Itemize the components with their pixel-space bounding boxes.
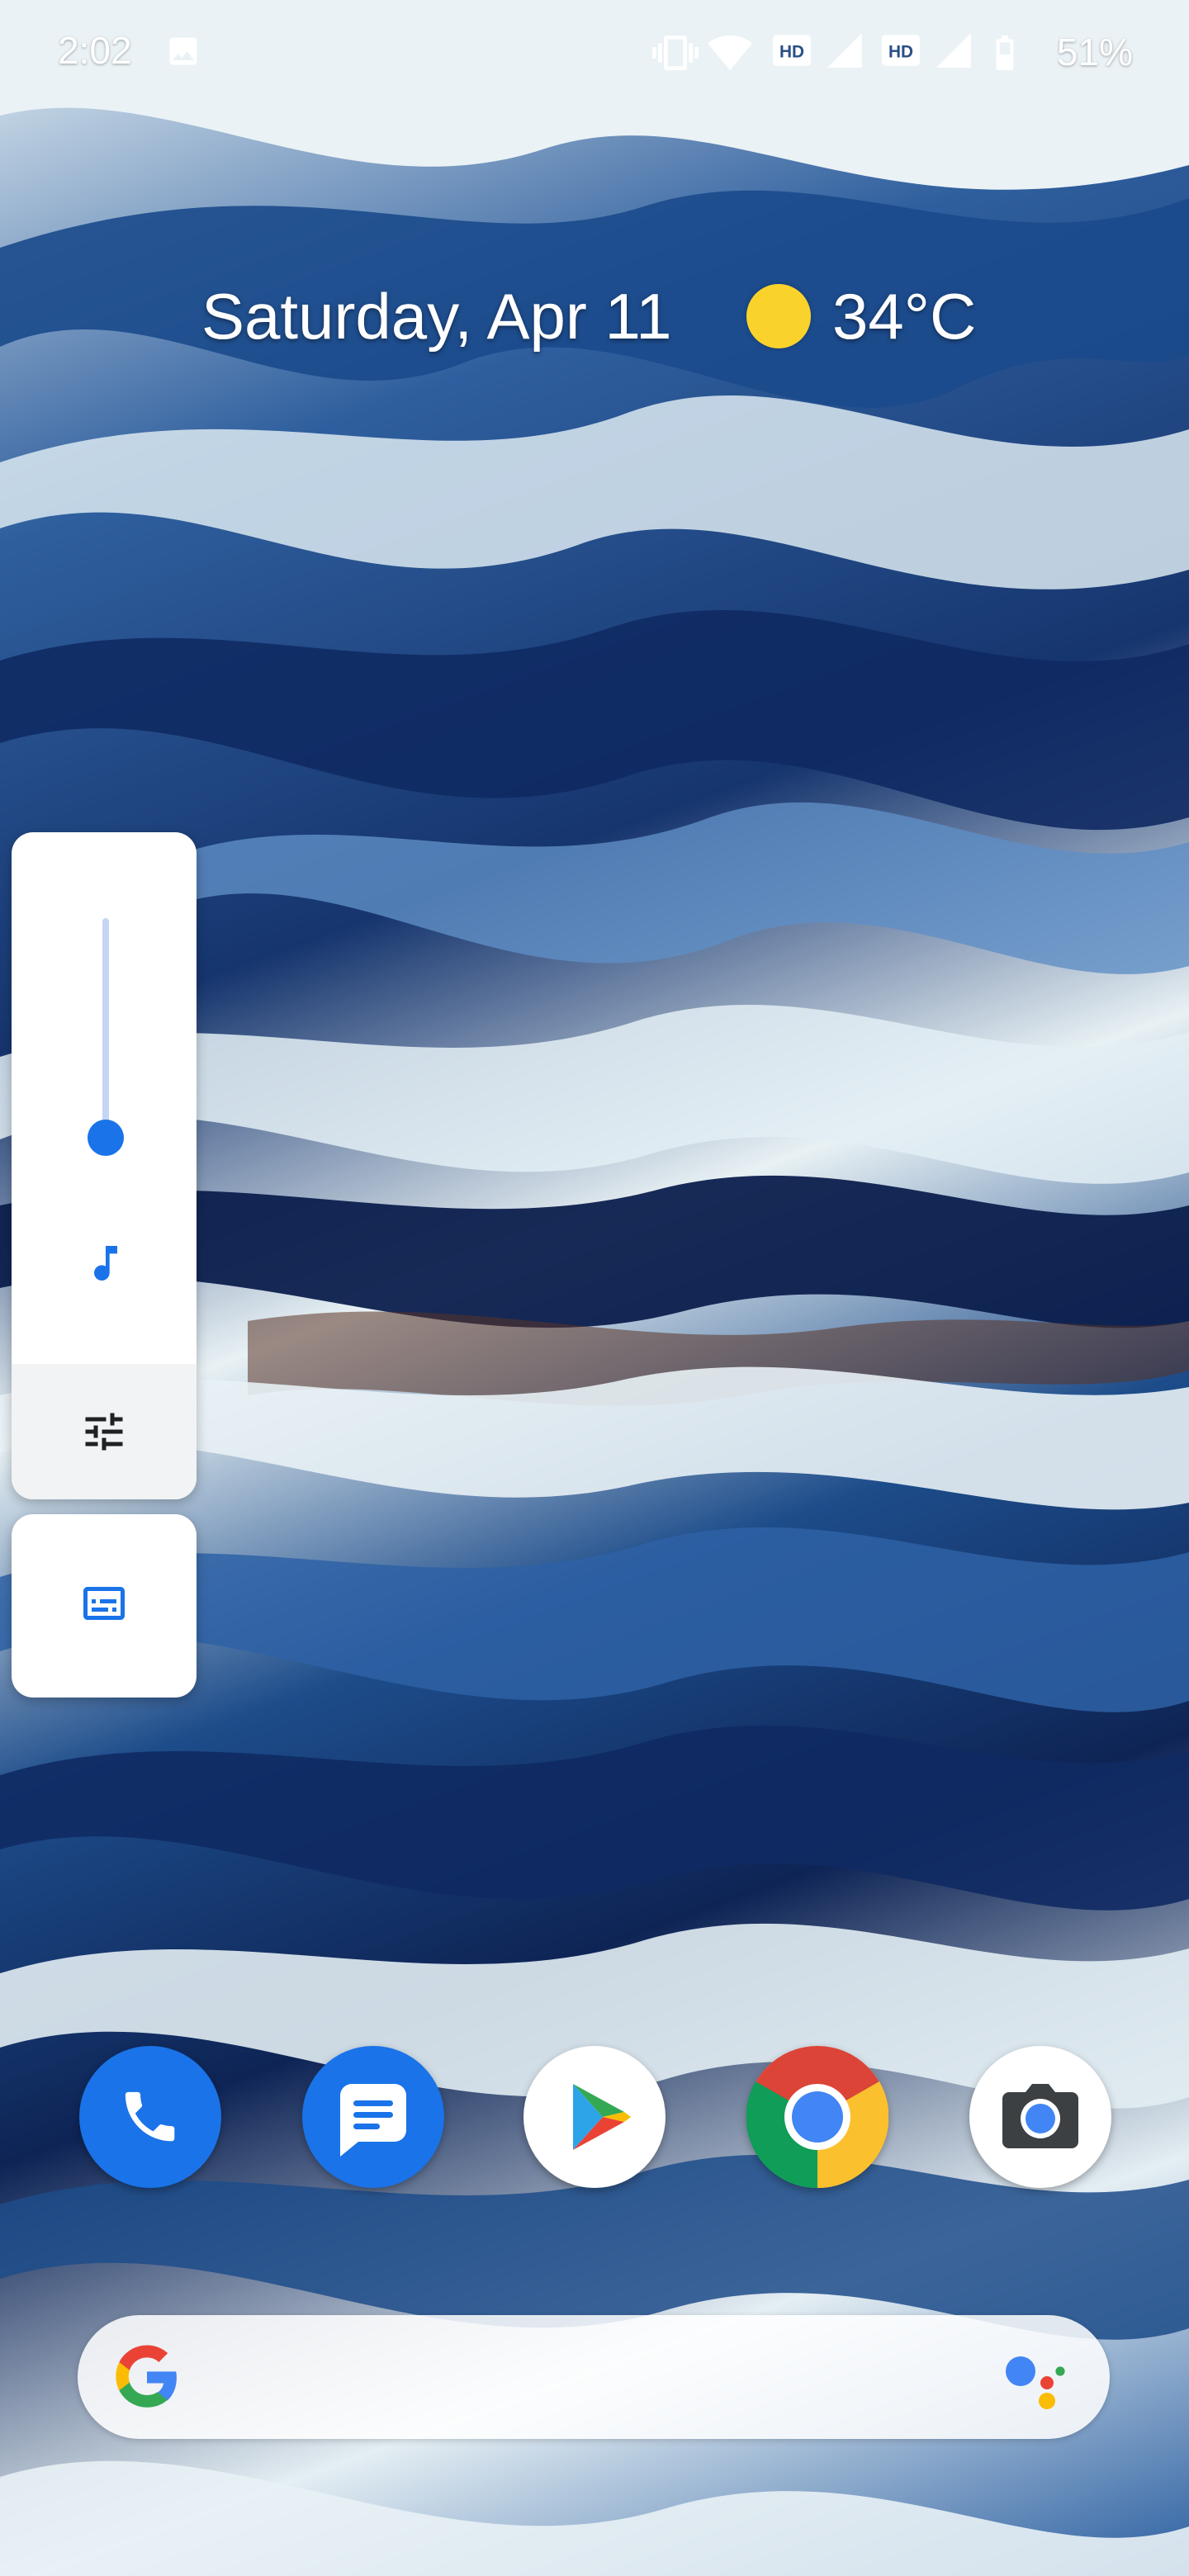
play-store-icon <box>573 2084 631 2150</box>
camera-icon <box>1002 2084 1078 2148</box>
at-a-glance-widget[interactable]: Saturday, Apr 11 34°C <box>0 274 1189 357</box>
chrome-icon <box>746 2046 888 2188</box>
vibrate-icon <box>652 30 699 85</box>
signal-icon <box>933 30 974 80</box>
volume-slider-thumb[interactable] <box>88 1120 124 1156</box>
play-store-app[interactable] <box>523 2046 666 2188</box>
phone-icon <box>125 2091 175 2142</box>
google-search-bar[interactable] <box>78 2315 1110 2439</box>
svg-text:HD: HD <box>888 42 913 61</box>
live-caption-icon <box>83 1587 125 1620</box>
hd-icon: HD <box>880 30 921 80</box>
live-caption-button[interactable] <box>12 1514 197 1698</box>
battery-icon <box>984 30 1026 85</box>
status-time: 2:02 <box>58 29 132 72</box>
sun-icon[interactable] <box>746 284 811 348</box>
equalizer-settings-icon <box>85 1413 123 1451</box>
messages-app[interactable] <box>302 2046 444 2188</box>
messages-icon <box>340 2084 406 2157</box>
signal-icon <box>824 30 865 80</box>
hd-icon: HD <box>771 30 812 80</box>
volume-slider[interactable] <box>102 918 109 1149</box>
phone-app[interactable] <box>79 2046 221 2188</box>
wifi-icon <box>707 30 753 85</box>
music-note-icon[interactable] <box>83 1240 129 1290</box>
svg-text:HD: HD <box>779 42 804 61</box>
google-assistant-icon[interactable] <box>1002 2348 1068 2414</box>
volume-settings-button[interactable] <box>12 1364 197 1499</box>
volume-panel <box>12 832 197 1499</box>
google-g-icon[interactable] <box>112 2342 182 2412</box>
status-bar: 2:02 HD HD 51% <box>0 0 1189 104</box>
battery-percentage: 51% <box>1056 31 1133 73</box>
chrome-app[interactable] <box>746 2046 888 2188</box>
camera-app[interactable] <box>969 2046 1111 2188</box>
glance-date[interactable]: Saturday, Apr 11 <box>201 279 671 354</box>
glance-temperature[interactable]: 34°C <box>832 279 976 354</box>
image-notification-icon <box>165 33 201 78</box>
